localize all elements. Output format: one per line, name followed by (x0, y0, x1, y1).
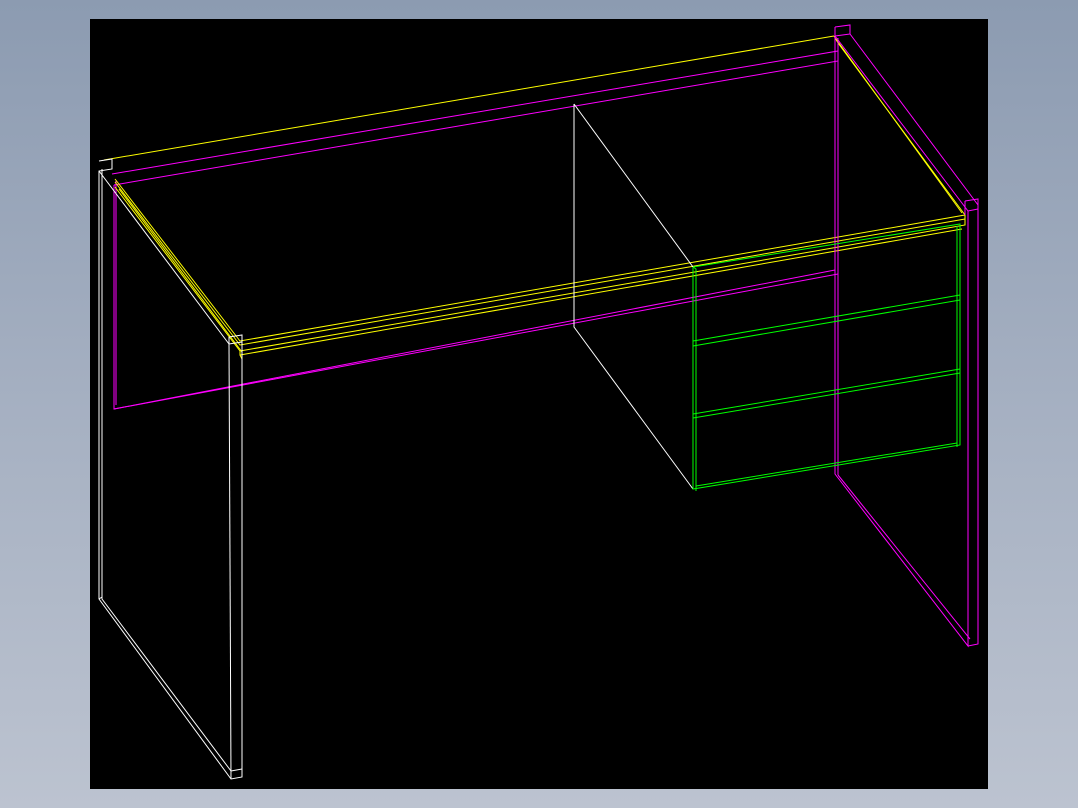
cad-viewport[interactable] (90, 19, 988, 789)
drawer-3 (695, 442, 958, 487)
center-partition (573, 103, 694, 490)
drawer-1 (692, 294, 961, 347)
left-side-panel (98, 158, 243, 780)
desktop-top (103, 35, 966, 360)
drawer-2 (692, 368, 961, 419)
desk-wireframe-drawing (98, 24, 979, 780)
drawer-unit (692, 223, 961, 491)
back-panel (111, 50, 839, 410)
